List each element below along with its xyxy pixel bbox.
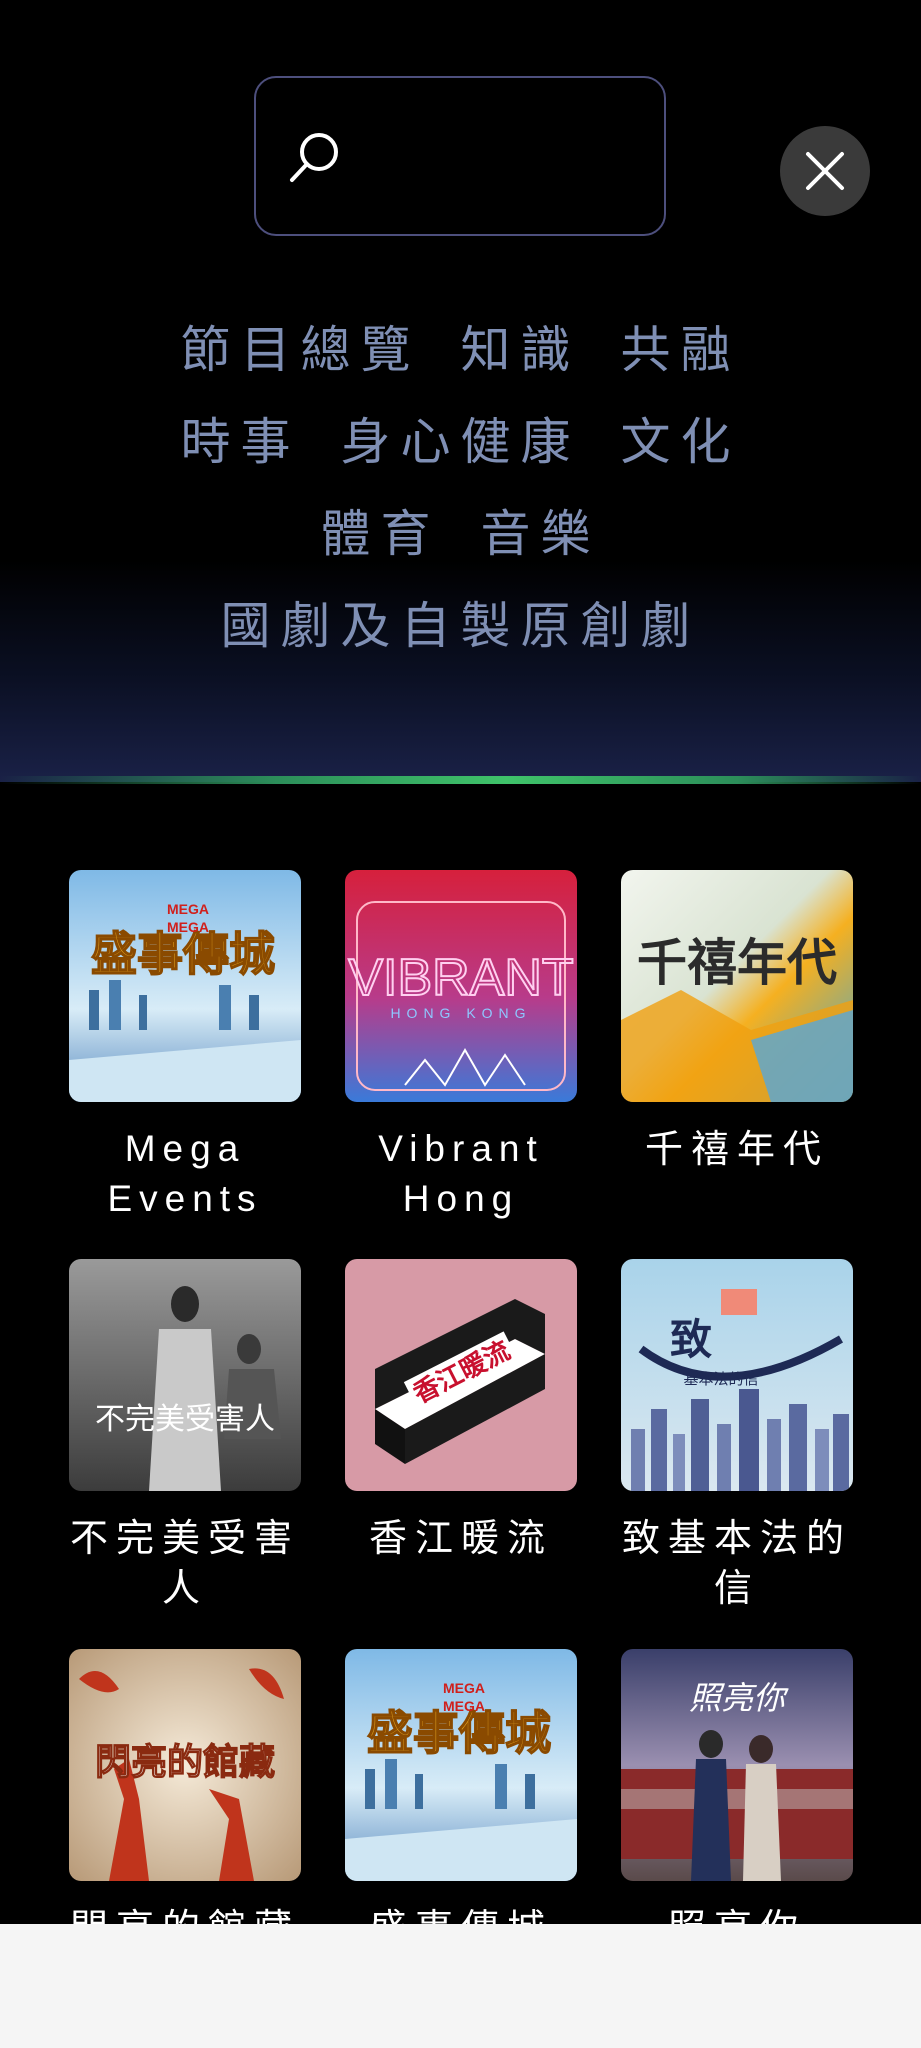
program-title: Vibrant Hong	[378, 1128, 544, 1219]
search-input[interactable]	[356, 118, 650, 200]
category-menu: 節目總覽 知識 共融 時事 身心健康 文化 體育 音樂 國劇及自製原創劇	[0, 300, 921, 668]
category-inclusion[interactable]: 共融	[621, 310, 741, 382]
svg-text:VIBRANT: VIBRANT	[348, 949, 573, 1007]
category-music[interactable]: 音樂	[481, 494, 601, 566]
close-icon	[806, 152, 844, 190]
bottom-bar	[0, 1924, 921, 2048]
program-card[interactable]: 致 基本法的信 致基本法的 信	[621, 1259, 853, 1613]
program-card[interactable]: 照亮你 照亮你	[621, 1649, 853, 1953]
category-current-affairs[interactable]: 時事	[181, 402, 301, 474]
category-culture[interactable]: 文化	[621, 402, 741, 474]
category-drama[interactable]: 國劇及自製原創劇	[221, 586, 701, 658]
search-box[interactable]	[254, 76, 666, 236]
svg-text:MEGA: MEGA	[167, 919, 209, 935]
divider	[0, 776, 921, 784]
category-knowledge[interactable]: 知識	[461, 310, 581, 382]
program-thumbnail: VIBRANT HONG KONG	[345, 870, 577, 1102]
program-thumbnail: 不完美受害人	[69, 1259, 301, 1491]
svg-text:MEGA: MEGA	[167, 901, 209, 917]
category-sports[interactable]: 體育	[321, 494, 441, 566]
program-title: 不完美受害 人	[69, 1516, 300, 1610]
category-overview[interactable]: 節目總覽	[181, 310, 421, 382]
program-card[interactable]: 閃亮的館藏 閃亮的館藏	[69, 1649, 301, 1953]
svg-text:不完美受害人: 不完美受害人	[95, 1402, 275, 1437]
program-card[interactable]: 香江暖流 香江暖流	[345, 1259, 577, 1563]
program-thumbnail: 盛事傳城 MEGA MEGA	[345, 1649, 577, 1881]
svg-text:MEGA: MEGA	[443, 1680, 485, 1696]
search-icon	[286, 128, 344, 186]
program-thumbnail: 盛事傳城 MEGA MEGA	[69, 870, 301, 1102]
program-title: 致基本法的 信	[621, 1516, 852, 1610]
category-wellness[interactable]: 身心健康	[341, 402, 581, 474]
program-card[interactable]: 千禧年代 千禧年代	[621, 870, 853, 1174]
program-title: 香江暖流	[368, 1516, 553, 1560]
svg-text:盛事傳城: 盛事傳城	[367, 1706, 551, 1760]
svg-text:千禧年代: 千禧年代	[637, 934, 837, 992]
program-thumbnail: 千禧年代	[621, 870, 853, 1102]
program-thumbnail: 致 基本法的信	[621, 1259, 853, 1491]
svg-text:盛事傳城: 盛事傳城	[91, 927, 275, 981]
close-button[interactable]	[780, 126, 870, 216]
search-overlay: 節目總覽 知識 共融 時事 身心健康 文化 體育 音樂 國劇及自製原創劇	[0, 0, 921, 782]
program-title: Mega Events	[107, 1128, 263, 1219]
svg-text:致: 致	[670, 1315, 712, 1364]
program-thumbnail: 照亮你	[621, 1649, 853, 1881]
program-card[interactable]: VIBRANT HONG KONG Vibrant Hong	[345, 870, 577, 1224]
program-thumbnail: 閃亮的館藏	[69, 1649, 301, 1881]
program-thumbnail: 香江暖流	[345, 1259, 577, 1491]
program-card[interactable]: 不完美受害人 不完美受害 人	[69, 1259, 301, 1613]
svg-text:HONG KONG: HONG KONG	[390, 1005, 531, 1021]
svg-text:MEGA: MEGA	[443, 1698, 485, 1714]
svg-text:照亮你: 照亮你	[689, 1679, 789, 1717]
program-card[interactable]: 盛事傳城 MEGA MEGA 盛事傳城	[345, 1649, 577, 1953]
svg-text:基本法的信: 基本法的信	[683, 1370, 758, 1388]
program-title: 千禧年代	[644, 1127, 829, 1171]
svg-text:閃亮的館藏: 閃亮的館藏	[95, 1741, 275, 1783]
program-card[interactable]: 盛事傳城 MEGA MEGA Mega Events	[69, 870, 301, 1224]
